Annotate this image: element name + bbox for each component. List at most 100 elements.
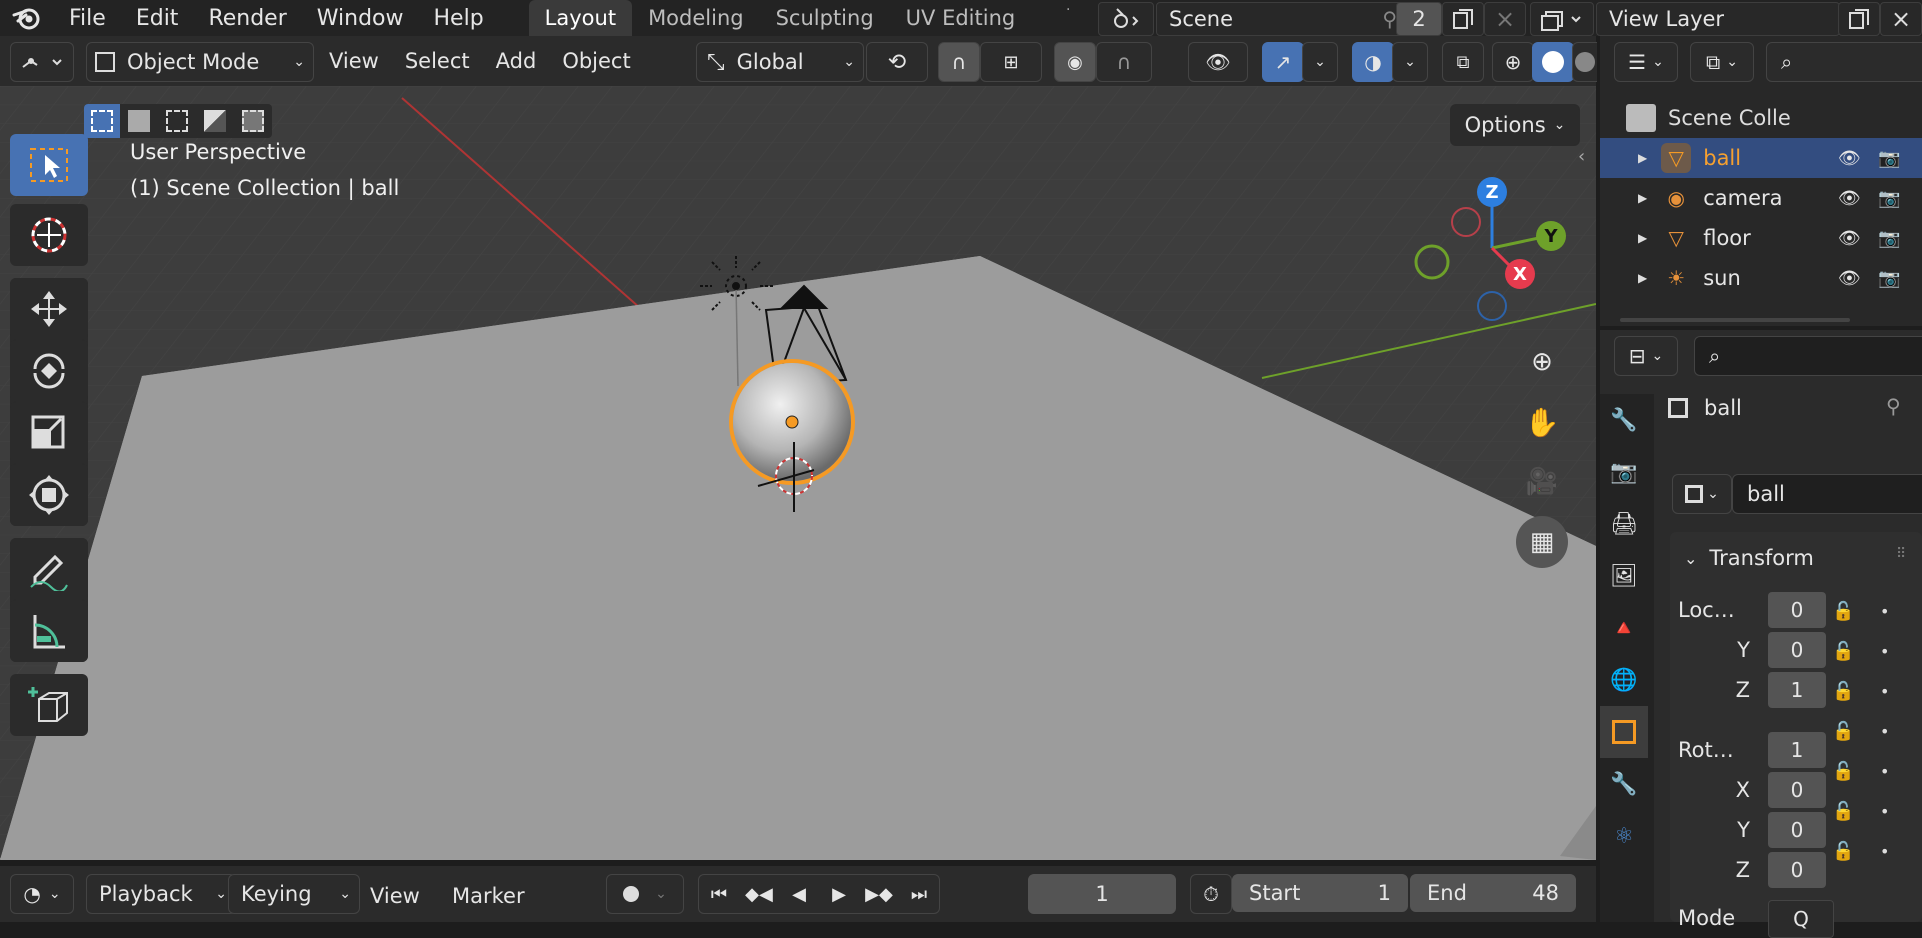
new-view-layer-icon[interactable]: [1838, 2, 1880, 36]
transform-panel-header[interactable]: ⌄ Transform: [1684, 536, 1814, 580]
eye-icon[interactable]: 👁: [1838, 268, 1861, 289]
properties-editor-type-button[interactable]: ⊟ ⌄: [1614, 336, 1678, 376]
snap-target-button[interactable]: ⊞: [980, 42, 1042, 82]
pan-hand-icon[interactable]: ✋: [1516, 396, 1568, 448]
tab-sculpting[interactable]: Sculpting: [760, 0, 890, 36]
location-y-field[interactable]: 0: [1768, 632, 1826, 668]
lock-icon[interactable]: 🔓: [1832, 672, 1854, 712]
keyframe-dot-icon[interactable]: •: [1880, 672, 1889, 712]
cursor-tool[interactable]: [10, 204, 88, 266]
pin-icon[interactable]: ⚲: [1886, 394, 1901, 418]
stopwatch-icon[interactable]: ⏱: [1190, 874, 1232, 914]
solid-shading-button[interactable]: [1532, 42, 1574, 82]
falloff-button[interactable]: ∩: [1096, 42, 1152, 82]
gizmo-x-label[interactable]: X: [1513, 264, 1527, 285]
jump-end-icon[interactable]: ⏭: [899, 884, 939, 905]
wireframe-shading-button[interactable]: ⊕: [1492, 42, 1534, 82]
overlays-toggle[interactable]: ◑: [1352, 42, 1394, 82]
playback-menu[interactable]: Playback ⌄: [86, 874, 236, 914]
outliner-item-camera[interactable]: ▶ ◉ camera 👁 📷: [1600, 178, 1922, 218]
location-z-field[interactable]: 1: [1768, 672, 1826, 708]
outliner-search-field[interactable]: ⌕: [1766, 42, 1922, 82]
end-frame-field[interactable]: End 48: [1410, 874, 1576, 912]
menu-edit[interactable]: Edit: [121, 0, 194, 36]
header-menu-object[interactable]: Object: [549, 49, 643, 73]
zoom-icon[interactable]: ⊕: [1516, 336, 1568, 388]
xray-toggle[interactable]: ⧉: [1442, 42, 1484, 82]
header-menu-add[interactable]: Add: [483, 49, 550, 73]
blender-logo-icon[interactable]: [0, 0, 54, 36]
view-layer-tab-icon[interactable]: 🖼: [1600, 550, 1648, 602]
header-menu-select[interactable]: Select: [392, 49, 483, 73]
delete-scene-icon[interactable]: ×: [1484, 2, 1526, 36]
lock-icon[interactable]: 🔓: [1832, 832, 1854, 872]
rotation-w-field[interactable]: 1: [1768, 732, 1826, 768]
keyframe-dot-icon[interactable]: •: [1880, 752, 1889, 792]
play-reverse-icon[interactable]: ◀: [779, 884, 819, 905]
view-layer-type-button[interactable]: [1530, 2, 1594, 36]
lock-icon[interactable]: 🔓: [1832, 752, 1854, 792]
scene-users-count[interactable]: 2: [1396, 2, 1442, 36]
ortho-grid-icon[interactable]: ▦: [1516, 516, 1568, 568]
outliner-item-sun[interactable]: ▶ ☀ sun 👁 📷: [1600, 258, 1922, 298]
3d-viewport[interactable]: Z Y X User Perspective (1) Scene Collect…: [0, 86, 1596, 860]
timeline-editor-type-button[interactable]: ◔ ⌄: [10, 874, 74, 914]
render-camera-icon[interactable]: 📷: [1878, 268, 1900, 289]
expand-arrow-icon[interactable]: ▶: [1638, 271, 1647, 285]
menu-render[interactable]: Render: [193, 0, 301, 36]
tab-uv-editing[interactable]: UV Editing: [890, 0, 1032, 36]
rotation-y-field[interactable]: 0: [1768, 812, 1826, 848]
prev-keyframe-icon[interactable]: ◆◀: [739, 884, 779, 905]
display-mode-button[interactable]: ⧉ ⌄: [1690, 42, 1754, 82]
eye-icon[interactable]: 👁: [1838, 148, 1861, 169]
scene-tab-icon[interactable]: 🔺: [1600, 602, 1648, 654]
tab-layout[interactable]: Layout: [528, 0, 633, 36]
lock-icon[interactable]: 🔓: [1832, 632, 1854, 672]
object-mode-dropdown[interactable]: Object Mode ⌄: [86, 42, 314, 82]
rotate-tool[interactable]: [10, 340, 88, 402]
material-shading-button[interactable]: [1572, 42, 1597, 82]
keyframe-dot-icon[interactable]: •: [1880, 792, 1889, 832]
snap-toggle[interactable]: ∩: [938, 42, 980, 82]
eye-icon[interactable]: 👁: [1838, 228, 1861, 249]
next-keyframe-icon[interactable]: ▶◆: [859, 884, 899, 905]
lock-icon[interactable]: 🔓: [1832, 712, 1854, 752]
play-icon[interactable]: ▶: [819, 884, 859, 905]
expand-arrow-icon[interactable]: ▶: [1638, 151, 1647, 165]
ball-object[interactable]: [729, 359, 855, 485]
menu-window[interactable]: Window: [302, 0, 419, 36]
header-menu-view[interactable]: View: [316, 49, 392, 73]
rotation-z-field[interactable]: 0: [1768, 852, 1826, 888]
outliner-editor-type-button[interactable]: ☰ ⌄: [1614, 42, 1678, 82]
overlays-dropdown[interactable]: ⌄: [1392, 42, 1428, 82]
select-subtract-icon[interactable]: [158, 104, 196, 138]
annotate-tool[interactable]: [10, 538, 88, 600]
select-invert-icon[interactable]: [196, 104, 234, 138]
gizmo-dropdown[interactable]: ⌄: [1302, 42, 1338, 82]
editor-type-button[interactable]: [10, 42, 74, 82]
new-scene-icon[interactable]: [1442, 2, 1484, 36]
transform-orientation-dropdown[interactable]: ⤡ Global ⌄: [696, 42, 864, 82]
add-cube-tool[interactable]: [10, 674, 88, 736]
gizmo-toggle[interactable]: ↗: [1262, 42, 1304, 82]
particles-tab-icon[interactable]: ⚛: [1600, 810, 1648, 862]
transform-tool[interactable]: [10, 464, 88, 526]
scene-type-button[interactable]: [1098, 2, 1154, 36]
render-camera-icon[interactable]: 📷: [1878, 188, 1900, 209]
gizmo-z-label[interactable]: Z: [1485, 182, 1498, 203]
jump-start-icon[interactable]: ⏮: [699, 884, 739, 905]
rotation-mode-dropdown[interactable]: Q: [1768, 900, 1834, 938]
tab-modeling[interactable]: Modeling: [632, 0, 760, 36]
menu-file[interactable]: File: [54, 0, 121, 36]
timeline-marker-menu[interactable]: Marker: [452, 884, 525, 908]
tool-tab-icon[interactable]: 🔧: [1600, 394, 1648, 446]
pivot-point-button[interactable]: ⟲: [866, 42, 928, 82]
rotation-x-field[interactable]: 0: [1768, 772, 1826, 808]
scene-name-field[interactable]: Scene ⚲: [1156, 2, 1408, 36]
keying-menu[interactable]: Keying ⌄: [228, 874, 360, 914]
output-tab-icon[interactable]: 🖨: [1600, 498, 1648, 550]
proportional-edit-toggle[interactable]: ◉: [1054, 42, 1096, 82]
object-data-browse-button[interactable]: ⌄: [1672, 474, 1732, 514]
select-intersect-icon[interactable]: [234, 104, 272, 138]
expand-arrow-icon[interactable]: ▶: [1638, 191, 1647, 205]
